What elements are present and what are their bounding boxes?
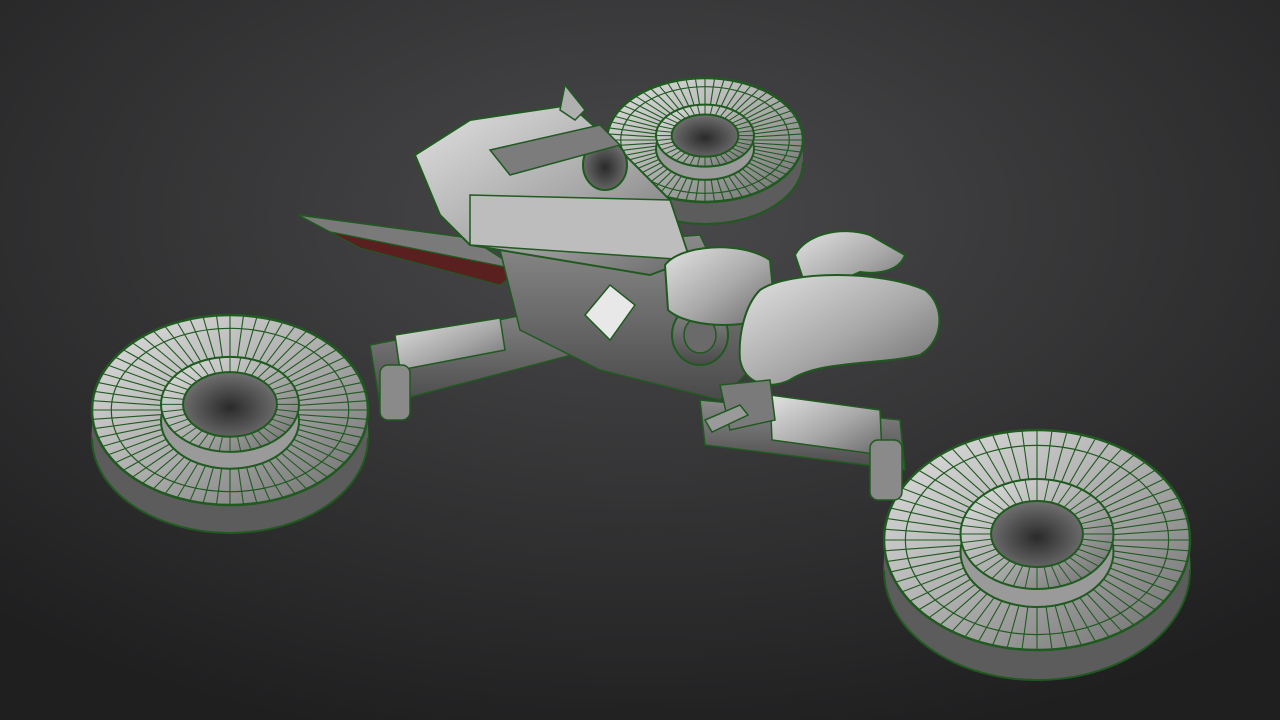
rotor-right-hole xyxy=(990,500,1084,568)
render-viewport xyxy=(0,0,1280,720)
right-arm-joint xyxy=(869,439,903,501)
left-arm-joint xyxy=(379,364,411,421)
rotor-rear-hole xyxy=(670,113,740,158)
rotor-right xyxy=(882,428,1192,681)
rotor-left xyxy=(90,313,370,534)
hover-bike-render xyxy=(0,0,1280,720)
rotor-left-hole xyxy=(182,371,278,438)
